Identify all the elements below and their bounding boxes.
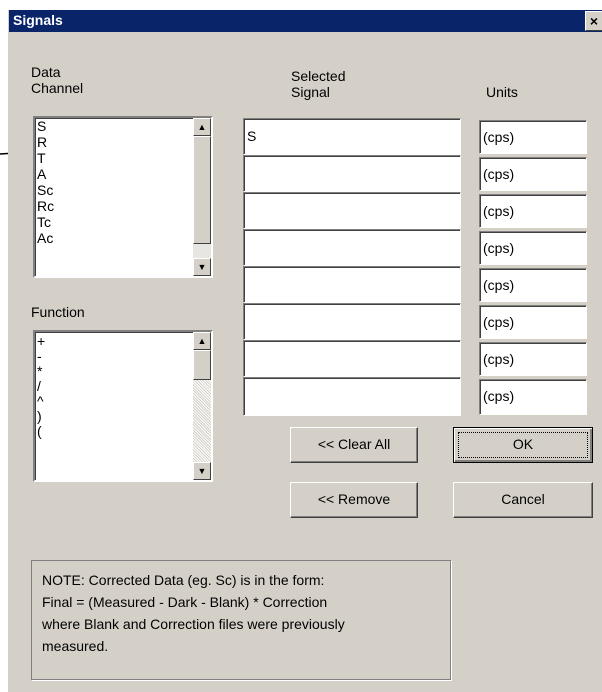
units-field[interactable]: (cps) bbox=[479, 379, 587, 415]
list-item[interactable]: ( bbox=[37, 424, 45, 439]
close-button[interactable]: × bbox=[585, 11, 602, 31]
scroll-up-icon[interactable]: ▲ bbox=[193, 118, 211, 136]
units-field[interactable]: (cps) bbox=[479, 268, 587, 302]
units-field[interactable]: (cps) bbox=[479, 194, 587, 228]
data-channel-label: Data Channel bbox=[31, 64, 84, 96]
focus-rect bbox=[458, 432, 588, 458]
units-label: Units bbox=[486, 84, 518, 100]
selected-signal-field[interactable] bbox=[243, 266, 461, 303]
scroll-up-icon[interactable]: ▲ bbox=[193, 332, 211, 350]
scroll-thumb[interactable] bbox=[193, 136, 211, 244]
selected-signal-field[interactable] bbox=[243, 303, 461, 340]
list-item[interactable]: ) bbox=[37, 409, 45, 424]
selected-signal-field[interactable] bbox=[243, 340, 461, 377]
window-title: Signals bbox=[13, 12, 63, 28]
function-items: + - * / ^ ) ( bbox=[37, 334, 45, 439]
units-field[interactable]: (cps) bbox=[479, 120, 587, 154]
function-scrollbar[interactable]: ▲ ▼ bbox=[193, 332, 211, 480]
units-field[interactable]: (cps) bbox=[479, 231, 587, 265]
cancel-button[interactable]: Cancel bbox=[453, 482, 593, 518]
list-item[interactable]: Tc bbox=[37, 214, 54, 230]
list-item[interactable]: S bbox=[37, 118, 54, 134]
scroll-down-icon[interactable]: ▼ bbox=[193, 258, 211, 276]
list-item[interactable]: + bbox=[37, 334, 45, 349]
list-item[interactable]: A bbox=[37, 166, 54, 182]
list-item[interactable]: - bbox=[37, 349, 45, 364]
units-field[interactable]: (cps) bbox=[479, 157, 587, 191]
selected-signal-label: Selected Signal bbox=[291, 68, 346, 100]
list-item[interactable]: / bbox=[37, 379, 45, 394]
selected-signal-field[interactable] bbox=[243, 377, 461, 416]
selected-signal-field[interactable] bbox=[243, 192, 461, 229]
selected-signal-field[interactable] bbox=[243, 229, 461, 266]
remove-button[interactable]: << Remove bbox=[290, 482, 418, 518]
scroll-thumb[interactable] bbox=[193, 350, 211, 380]
title-bar: Signals × bbox=[9, 10, 602, 32]
list-item[interactable]: T bbox=[37, 150, 54, 166]
list-item[interactable]: Sc bbox=[37, 182, 54, 198]
data-channel-scrollbar[interactable]: ▲ ▼ bbox=[193, 118, 211, 276]
data-channel-items: S R T A Sc Rc Tc Ac bbox=[37, 118, 54, 246]
units-field[interactable]: (cps) bbox=[479, 305, 587, 339]
function-listbox[interactable]: + - * / ^ ) ( ▲ ▼ bbox=[33, 330, 213, 482]
units-field[interactable]: (cps) bbox=[479, 342, 587, 376]
signals-dialog: Signals × Data Channel Selected Signal U… bbox=[8, 10, 602, 692]
selected-signal-field[interactable]: S bbox=[243, 118, 461, 155]
scroll-down-icon[interactable]: ▼ bbox=[193, 462, 211, 480]
clear-all-button[interactable]: << Clear All bbox=[290, 427, 418, 463]
list-item[interactable]: Ac bbox=[37, 230, 54, 246]
ok-button[interactable]: OK bbox=[453, 427, 593, 463]
data-channel-listbox[interactable]: S R T A Sc Rc Tc Ac ▲ ▼ bbox=[33, 116, 213, 278]
list-item[interactable]: R bbox=[37, 134, 54, 150]
selected-signal-field[interactable] bbox=[243, 155, 461, 192]
list-item[interactable]: * bbox=[37, 364, 45, 379]
function-label: Function bbox=[31, 304, 85, 320]
list-item[interactable]: ^ bbox=[37, 394, 45, 409]
note-box: NOTE: Corrected Data (eg. Sc) is in the … bbox=[31, 560, 451, 680]
list-item[interactable]: Rc bbox=[37, 198, 54, 214]
